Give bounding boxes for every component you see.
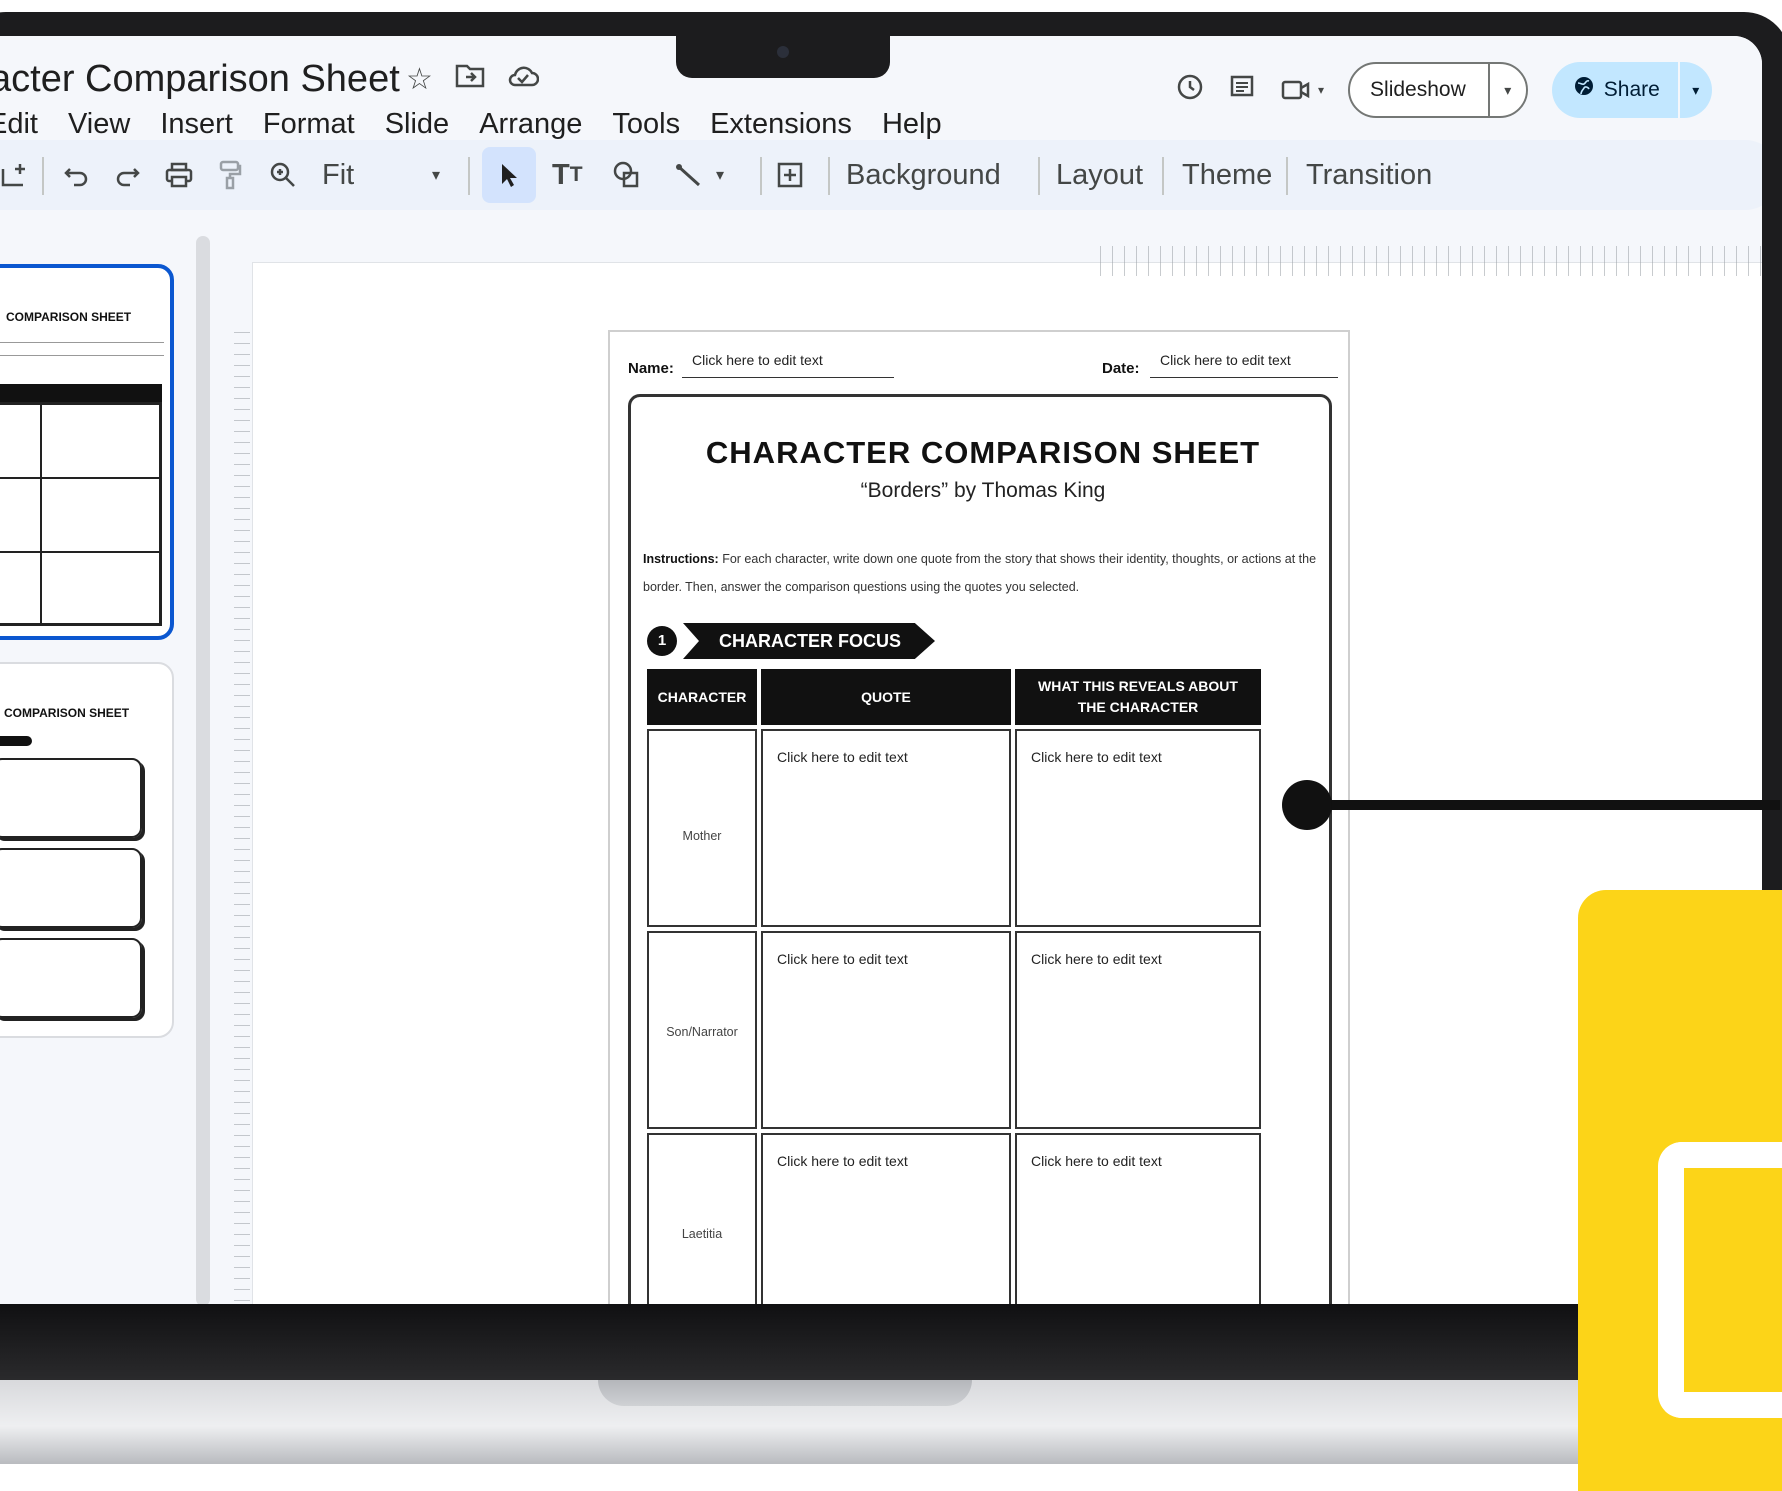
worksheet-frame: CHARACTER COMPARISON SHEET “Borders” by … [628,394,1332,1304]
star-icon[interactable]: ☆ [406,62,433,97]
quote-cell[interactable]: Click here to edit text [761,1133,1011,1304]
zoom-select[interactable]: Fit [322,140,354,210]
worksheet-instructions: Instructions: For each character, write … [643,545,1353,601]
character-name: Mother [682,829,722,843]
quote-cell-text[interactable]: Click here to edit text [777,749,908,765]
new-slide-icon[interactable] [0,140,30,210]
section-banner: 1 CHARACTER FOCUS [647,623,935,659]
menu-view[interactable]: View [68,108,130,141]
menu-extensions[interactable]: Extensions [710,108,852,141]
quote-cell[interactable]: Click here to edit text [761,931,1011,1129]
callout-dot [1282,780,1332,830]
col-header-character: CHARACTER [647,669,757,725]
slideshow-button[interactable]: Slideshow ▾ [1348,62,1528,118]
quote-cell-text[interactable]: Click here to edit text [777,951,908,967]
reveals-cell[interactable]: Click here to edit text [1015,1133,1261,1304]
slide-thumbnail-2[interactable]: COMPARISON SHEET [0,662,174,1038]
menu-format[interactable]: Format [263,108,355,141]
theme-button[interactable]: Theme [1182,140,1272,210]
select-icon[interactable] [482,147,536,203]
slideshow-label[interactable]: Slideshow [1350,64,1490,116]
slides-logo-inner [1698,1182,1782,1378]
reveals-cell-text[interactable]: Click here to edit text [1031,749,1162,765]
share-button[interactable]: Share ▾ [1551,62,1712,118]
title-icons: ☆ [406,62,540,97]
thumbnail-title: COMPARISON SHEET [6,310,132,324]
section-number: 1 [647,626,677,656]
date-label: Date: [1102,360,1140,377]
worksheet-title: CHARACTER COMPARISON SHEET [705,435,1261,470]
date-field[interactable]: Click here to edit text [1150,352,1338,378]
instructions-label: Instructions: [643,552,719,566]
line-icon[interactable]: ▾ [676,140,724,210]
menu-bar: Edit View Insert Format Slide Arrange To… [0,108,972,141]
character-name: Laetitia [681,1227,723,1241]
worksheet[interactable]: Name: Click here to edit text Date: Clic… [608,330,1350,1304]
globe-icon [1574,62,1594,118]
chevron-down-icon: ▾ [1318,83,1325,97]
paint-format-icon[interactable] [218,140,242,210]
line-dropdown-icon[interactable]: ▾ [716,165,724,185]
filmstrip-scrollbar[interactable] [196,236,210,1304]
reveals-cell[interactable]: Click here to edit text [1015,729,1261,927]
name-field[interactable]: Click here to edit text [682,352,894,378]
name-label: Name: [628,360,674,377]
menu-help[interactable]: Help [882,108,942,141]
vertical-ruler [234,332,250,1302]
slide-thumbnail-1[interactable]: COMPARISON SHEET [0,264,174,640]
transition-button[interactable]: Transition [1306,140,1432,210]
comments-icon[interactable] [1228,73,1256,108]
top-right-actions: ▾ Slideshow ▾ Share ▾ [1176,62,1712,118]
menu-arrange[interactable]: Arrange [479,108,582,141]
redo-icon[interactable] [114,140,140,210]
slides-app: acter Comparison Sheet ☆ Edit View Inser… [0,36,1762,1304]
slideshow-dropdown-icon[interactable]: ▾ [1490,82,1526,99]
share-label: Share [1603,78,1660,101]
comment-add-icon[interactable] [776,140,804,210]
meet-icon[interactable]: ▾ [1280,77,1324,103]
menu-edit[interactable]: Edit [0,108,38,141]
reveals-cell-text[interactable]: Click here to edit text [1031,951,1162,967]
shape-icon[interactable] [612,140,642,210]
move-to-folder-icon[interactable] [455,62,485,97]
document-title[interactable]: acter Comparison Sheet [0,58,400,101]
zoom-icon[interactable] [270,140,296,210]
quote-cell[interactable]: Click here to edit text [761,729,1011,927]
zoom-dropdown-icon[interactable]: ▾ [432,140,440,210]
menu-insert[interactable]: Insert [160,108,233,141]
menu-slide[interactable]: Slide [385,108,450,141]
text-box-icon[interactable]: TT [552,140,583,210]
layout-button[interactable]: Layout [1056,140,1143,210]
section-title: CHARACTER FOCUS [683,623,935,659]
share-dropdown-icon[interactable]: ▾ [1677,62,1712,118]
table-row-character: Laetitia [647,1133,757,1304]
cloud-status-icon[interactable] [507,62,540,97]
laptop-hinge [0,1304,1782,1380]
table-row-character: Mother [647,729,757,927]
instructions-text: For each character, write down one quote… [643,552,1317,594]
col-header-reveals: WHAT THIS REVEALS ABOUT THE CHARACTER [1015,669,1261,725]
print-icon[interactable] [164,140,194,210]
background-button[interactable]: Background [846,140,1001,210]
history-icon[interactable] [1176,73,1204,108]
quote-cell-text[interactable]: Click here to edit text [777,1153,908,1169]
thumbnail-title: COMPARISON SHEET [4,706,130,720]
reveals-cell-text[interactable]: Click here to edit text [1031,1153,1162,1169]
menu-tools[interactable]: Tools [612,108,680,141]
undo-icon[interactable] [64,140,90,210]
horizontal-ruler [1100,246,1762,276]
reveals-cell[interactable]: Click here to edit text [1015,931,1261,1129]
toolbar: Fit ▾ TT ▾ Background Layout Theme Trans… [0,140,1762,210]
camera-notch [676,30,890,78]
character-name: Son/Narrator [666,1025,738,1039]
col-header-quote: QUOTE [761,669,1011,725]
callout-line [1320,800,1780,810]
table-row-character: Son/Narrator [647,931,757,1129]
worksheet-subtitle: “Borders” by Thomas King [860,479,1106,502]
share-main[interactable]: Share [1552,62,1678,118]
camera-icon [777,46,789,58]
laptop-opening-notch [598,1380,972,1406]
